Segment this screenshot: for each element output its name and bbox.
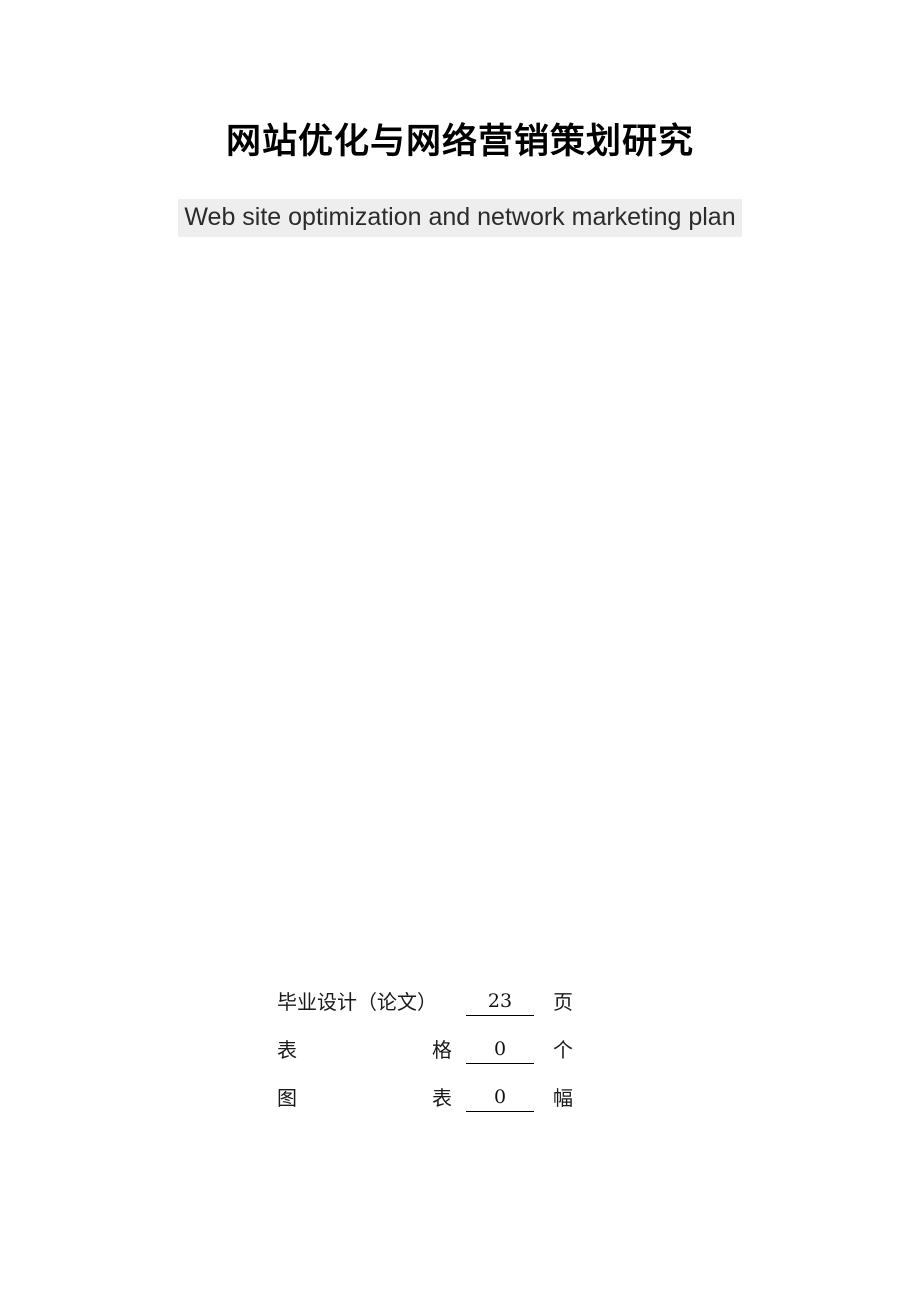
- stat-label-text: 表: [277, 1038, 297, 1062]
- stat-label-text: 图: [277, 1086, 297, 1110]
- stat-row: 表 格 0 个: [277, 1036, 617, 1084]
- stat-value-figures[interactable]: 0: [466, 1084, 534, 1112]
- subtitle-container: Web site optimization and network market…: [0, 199, 920, 237]
- page-title: 网站优化与网络营销策划研究: [225, 121, 694, 162]
- stat-label-text-secondary: 表: [432, 1086, 452, 1110]
- stat-label-text: 毕业设计（论文）: [277, 990, 437, 1014]
- stat-label-tables: 表 格: [277, 1036, 452, 1064]
- stat-label-pages: 毕业设计（论文）: [277, 988, 452, 1016]
- stat-label-text-secondary: 格: [432, 1038, 452, 1062]
- stat-unit-figures: 幅: [553, 1086, 573, 1110]
- stat-unit-tables: 个: [553, 1038, 573, 1062]
- thesis-statistics-block: 毕业设计（论文） 23 页 表 格 0 个 图 表 0 幅: [277, 988, 617, 1132]
- stat-value-tables[interactable]: 0: [466, 1036, 534, 1064]
- stat-row: 毕业设计（论文） 23 页: [277, 988, 617, 1036]
- stat-unit-pages: 页: [553, 990, 573, 1014]
- stat-row: 图 表 0 幅: [277, 1084, 617, 1132]
- page-subtitle: Web site optimization and network market…: [178, 199, 742, 237]
- stat-value-pages[interactable]: 23: [466, 988, 534, 1016]
- document-page: 网站优化与网络营销策划研究 Web site optimization and …: [0, 0, 920, 1302]
- stat-label-figures: 图 表: [277, 1084, 452, 1112]
